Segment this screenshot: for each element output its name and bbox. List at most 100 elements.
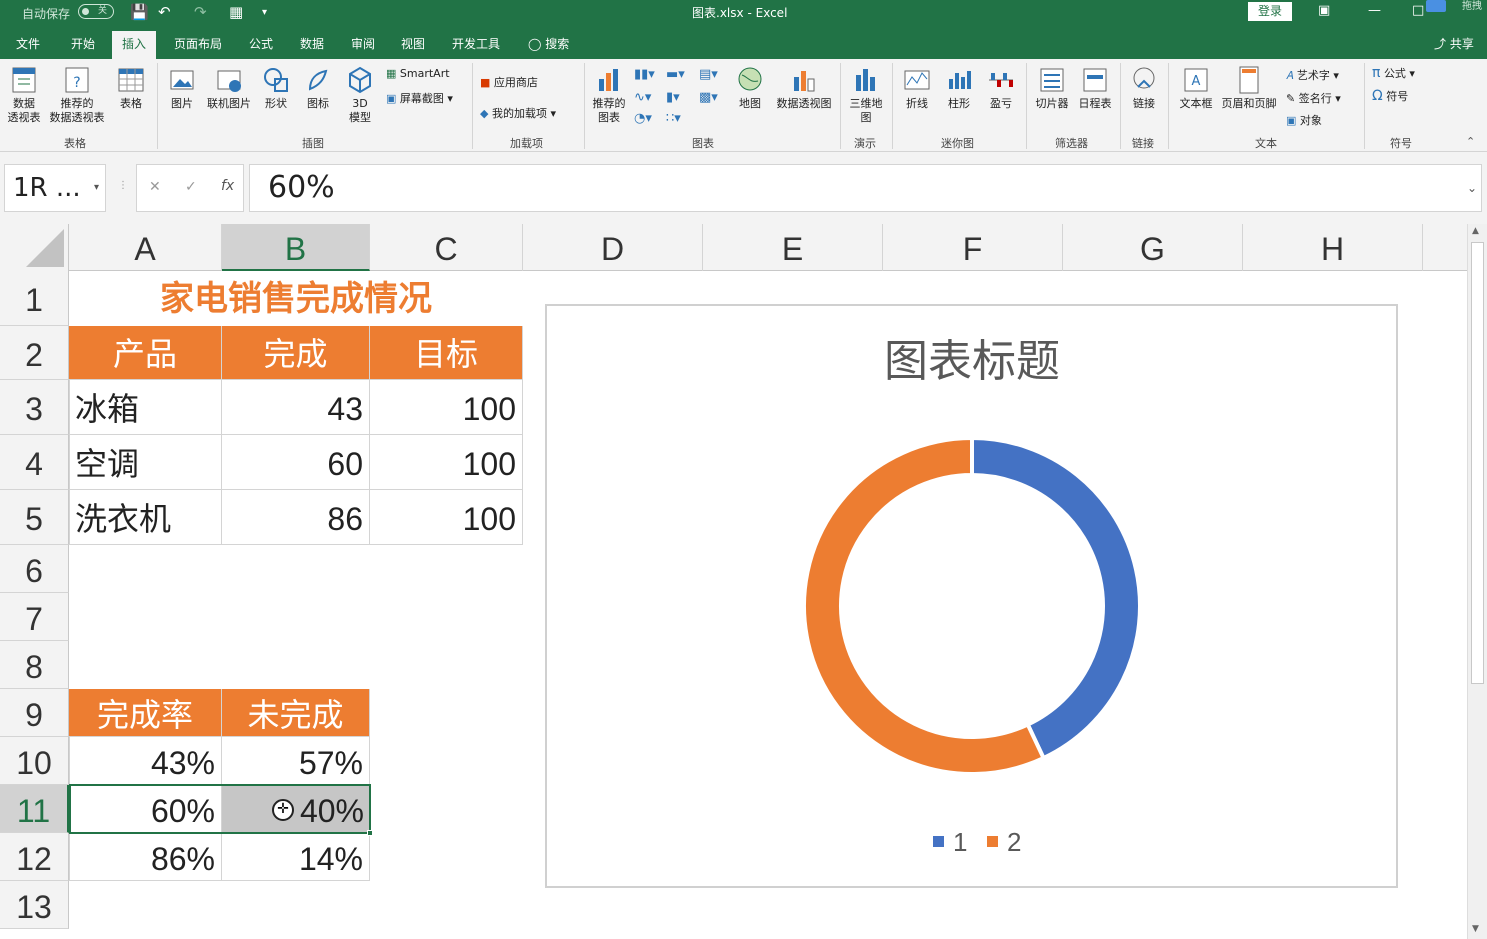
column-header-d[interactable]: D bbox=[523, 224, 703, 271]
tab-developer[interactable]: 开发工具 bbox=[452, 35, 500, 52]
column-header-b[interactable]: B bbox=[222, 224, 370, 271]
chart-title[interactable]: 图表标题 bbox=[884, 336, 1060, 387]
vertical-scrollbar[interactable]: ▲ ▼ bbox=[1467, 224, 1487, 939]
header-target[interactable]: 目标 bbox=[370, 326, 523, 380]
scroll-up-icon[interactable]: ▲ bbox=[1472, 226, 1479, 236]
row-header-1[interactable]: 1 bbox=[0, 271, 69, 326]
table-cell[interactable]: 43 bbox=[222, 380, 370, 435]
tab-formulas[interactable]: 公式 bbox=[249, 35, 273, 52]
textbox-button[interactable]: A 文本框 bbox=[1176, 65, 1216, 111]
bar-chart-icon[interactable]: ▬▾ bbox=[666, 67, 685, 82]
scatter-chart-icon[interactable]: ∷▾ bbox=[666, 111, 681, 126]
table-cell[interactable]: 57% bbox=[222, 737, 370, 785]
collapse-ribbon-icon[interactable]: ⌃ bbox=[1466, 135, 1475, 148]
column-header-f[interactable]: F bbox=[883, 224, 1063, 271]
wordart-button[interactable]: 𝐴 艺术字 ▾ bbox=[1286, 67, 1339, 83]
3d-map-button[interactable]: 三维地 图 bbox=[846, 65, 886, 125]
header-product[interactable]: 产品 bbox=[69, 326, 222, 380]
formula-input[interactable]: 60% ⌄ bbox=[249, 164, 1482, 212]
name-box[interactable]: 1R ... ▾ bbox=[4, 164, 106, 212]
column-header-a[interactable]: A bbox=[69, 224, 222, 271]
tab-insert[interactable]: 插入 bbox=[112, 31, 157, 59]
table-button[interactable]: 表格 bbox=[114, 65, 148, 111]
store-button[interactable]: ■ 应用商店 bbox=[480, 74, 538, 90]
table-cell[interactable]: 100 bbox=[370, 435, 523, 490]
sheet-title[interactable]: 家电销售完成情况 bbox=[69, 271, 523, 326]
sparkline-line-button[interactable]: 折线 bbox=[899, 65, 935, 111]
tab-data[interactable]: 数据 bbox=[300, 35, 324, 52]
table-cell[interactable]: 冰箱 bbox=[69, 380, 222, 435]
row-header-8[interactable]: 8 bbox=[0, 641, 69, 689]
fill-handle[interactable] bbox=[367, 830, 373, 836]
header-rate[interactable]: 完成率 bbox=[69, 689, 222, 737]
sparkline-winloss-button[interactable]: 盈亏 bbox=[983, 65, 1019, 111]
tab-page-layout[interactable]: 页面布局 bbox=[174, 35, 222, 52]
equation-button[interactable]: π 公式 ▾ bbox=[1372, 65, 1415, 81]
tab-search[interactable]: ◯ 搜索 bbox=[528, 35, 569, 52]
ribbon-display-icon[interactable]: ▣ bbox=[1318, 3, 1330, 18]
form-icon[interactable]: ▦ bbox=[229, 3, 243, 21]
header-footer-button[interactable]: 页眉和页脚 bbox=[1218, 65, 1280, 111]
row-header-12[interactable]: 12 bbox=[0, 833, 69, 881]
statistic-chart-icon[interactable]: ▮▾ bbox=[666, 90, 680, 105]
column-header-h[interactable]: H bbox=[1243, 224, 1423, 271]
table-cell[interactable]: 100 bbox=[370, 380, 523, 435]
table-cell[interactable]: 43% bbox=[69, 737, 222, 785]
sparkline-column-button[interactable]: 柱形 bbox=[941, 65, 977, 111]
recommended-pivot-button[interactable]: ? 推荐的 数据透视表 bbox=[46, 65, 108, 125]
insert-function-icon[interactable]: fx bbox=[221, 178, 234, 194]
icons-button[interactable]: 图标 bbox=[301, 65, 335, 111]
doughnut-slice-2[interactable] bbox=[802, 435, 1047, 776]
column-header-c[interactable]: C bbox=[370, 224, 523, 271]
pivot-table-button[interactable]: 数据 透视表 bbox=[4, 65, 44, 125]
share-button[interactable]: ⤴ 共享 bbox=[1434, 35, 1474, 52]
table-cell[interactable]: 空调 bbox=[69, 435, 222, 490]
row-header-9[interactable]: 9 bbox=[0, 689, 69, 737]
table-cell[interactable]: 86% bbox=[69, 833, 222, 881]
smartart-button[interactable]: ▦ SmartArt bbox=[386, 67, 450, 80]
timeline-button[interactable]: 日程表 bbox=[1076, 65, 1114, 111]
scroll-thumb[interactable] bbox=[1471, 242, 1484, 684]
my-addins-button[interactable]: ◆ 我的加载项 ▾ bbox=[480, 105, 556, 121]
row-header-2[interactable]: 2 bbox=[0, 326, 69, 380]
tab-file[interactable]: 文件 bbox=[16, 35, 40, 52]
column-header-e[interactable]: E bbox=[703, 224, 883, 271]
tab-home[interactable]: 开始 bbox=[71, 35, 95, 52]
maps-button[interactable]: 地图 bbox=[732, 65, 768, 111]
row-header-6[interactable]: 6 bbox=[0, 545, 69, 593]
customize-quick-access-icon[interactable]: ▾ bbox=[262, 7, 267, 18]
link-button[interactable]: 链接 bbox=[1126, 65, 1162, 111]
maximize-icon[interactable]: □ bbox=[1412, 3, 1424, 18]
save-icon[interactable]: 💾 bbox=[130, 3, 149, 21]
column-chart-icon[interactable]: ▮▮▾ bbox=[634, 67, 655, 82]
expand-formula-icon[interactable]: ⌄ bbox=[1467, 165, 1477, 211]
column-header-g[interactable]: G bbox=[1063, 224, 1243, 271]
shapes-button[interactable]: 形状 bbox=[259, 65, 293, 111]
chart-legend[interactable]: 12 bbox=[933, 827, 1021, 857]
combo-chart-icon[interactable]: ▩▾ bbox=[699, 90, 718, 105]
autosave-toggle[interactable]: 关 bbox=[78, 4, 114, 19]
3d-model-button[interactable]: 3D 模型 bbox=[343, 65, 377, 125]
table-cell[interactable]: 60% bbox=[69, 785, 222, 833]
online-picture-button[interactable]: 联机图片 bbox=[203, 65, 255, 111]
redo-icon[interactable]: ↷ bbox=[194, 3, 207, 21]
confirm-icon[interactable]: ✓ bbox=[185, 179, 197, 195]
recommended-charts-button[interactable]: 推荐的 图表 bbox=[588, 65, 630, 125]
row-header-7[interactable]: 7 bbox=[0, 593, 69, 641]
screenshot-button[interactable]: ▣ 屏幕截图 ▾ bbox=[386, 90, 453, 106]
minimize-icon[interactable]: — bbox=[1368, 3, 1381, 18]
slicer-button[interactable]: 切片器 bbox=[1032, 65, 1072, 111]
picture-button[interactable]: 图片 bbox=[164, 65, 200, 111]
symbol-button[interactable]: Ω 符号 bbox=[1372, 88, 1408, 104]
row-header-11[interactable]: 11 bbox=[0, 785, 69, 833]
doughnut-slice-1[interactable] bbox=[970, 435, 1142, 761]
signature-button[interactable]: ✎ 签名行 ▾ bbox=[1286, 90, 1341, 106]
row-header-4[interactable]: 4 bbox=[0, 435, 69, 490]
scroll-down-icon[interactable]: ▼ bbox=[1472, 924, 1479, 934]
row-header-13[interactable]: 13 bbox=[0, 881, 69, 929]
table-cell[interactable]: 86 bbox=[222, 490, 370, 545]
table-cell[interactable]: 洗衣机 bbox=[69, 490, 222, 545]
pivot-chart-button[interactable]: 数据透视图 bbox=[772, 65, 836, 111]
table-cell[interactable]: 100 bbox=[370, 490, 523, 545]
login-button[interactable]: 登录 bbox=[1248, 2, 1292, 21]
